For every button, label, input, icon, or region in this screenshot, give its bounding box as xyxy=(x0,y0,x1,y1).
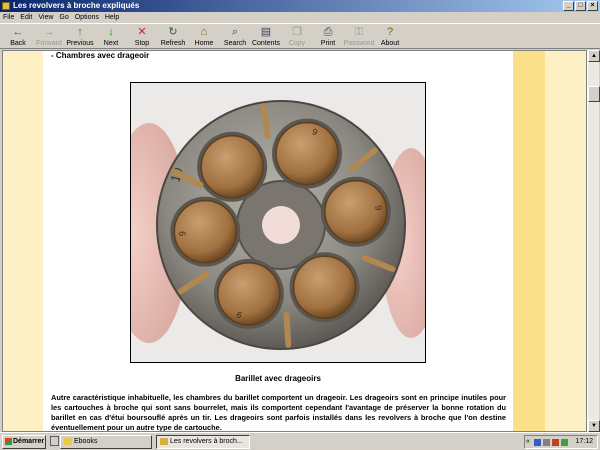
toolbar-home-button[interactable]: ⌂ Home xyxy=(187,25,221,49)
browser-window: Les revolvers à broche expliqués _ □ × F… xyxy=(0,0,600,432)
minimize-button[interactable]: _ xyxy=(563,1,574,11)
window-title: Les revolvers à broche expliqués xyxy=(13,1,140,10)
previous-icon: ↑ xyxy=(77,26,83,38)
section-title: - Chambres avec drageoir xyxy=(51,51,150,60)
folder-icon xyxy=(64,437,72,445)
cartridge-head xyxy=(275,121,339,186)
volume-icon[interactable] xyxy=(543,439,550,446)
menu-go[interactable]: Go xyxy=(56,12,71,23)
antivirus-icon[interactable] xyxy=(552,439,559,446)
toolbar-label: Password xyxy=(343,40,375,47)
toolbar-contents-button[interactable]: ▤ Contents xyxy=(249,25,283,49)
print-icon: ⎙ xyxy=(323,26,333,38)
headstamp: 9 xyxy=(177,231,187,237)
copy-icon: ❐ xyxy=(292,26,302,38)
task-ebooks[interactable]: Ebooks xyxy=(60,435,152,449)
task-label: Les revolvers à broch... xyxy=(170,438,243,445)
system-tray: « 17:12 xyxy=(524,435,598,449)
search-icon: ⌕ xyxy=(231,26,239,38)
clock: 17:12 xyxy=(575,438,593,445)
refresh-icon: ↻ xyxy=(168,26,178,38)
start-button[interactable]: Démarrer xyxy=(2,435,46,449)
cartridge-head xyxy=(324,180,388,244)
cylinder-bore xyxy=(262,206,300,244)
cartridge-pin xyxy=(283,311,292,348)
toolbar-search-button[interactable]: ⌕ Search xyxy=(218,25,252,49)
toolbar-label: Copy xyxy=(288,40,306,47)
home-icon: ⌂ xyxy=(200,26,208,38)
toolbar-label: Previous xyxy=(66,40,94,47)
cartridge-head xyxy=(217,262,281,326)
menu-options[interactable]: Options xyxy=(72,12,102,23)
toolbar-about-button[interactable]: ? About xyxy=(373,25,407,49)
back-icon: ← xyxy=(12,26,24,38)
menu-help[interactable]: Help xyxy=(102,12,122,23)
quicklaunch-icon[interactable] xyxy=(50,436,59,446)
scroll-down-button[interactable]: ▼ xyxy=(588,420,600,432)
toolbar-next-button[interactable]: ↓ Next xyxy=(94,25,128,49)
task-revolvers[interactable]: Les revolvers à broch... xyxy=(156,435,250,449)
toolbar-label: Next xyxy=(103,40,119,47)
toolbar-label: Forward xyxy=(36,40,62,47)
cartridge-head xyxy=(292,255,357,320)
body-paragraph: Autre caractéristique inhabituelle, les … xyxy=(51,393,506,432)
toolbar-label: Search xyxy=(223,40,247,47)
taskbar: Démarrer Ebooks Les revolvers à broch...… xyxy=(0,432,600,450)
toolbar-label: About xyxy=(380,40,400,47)
toolbar-back-button[interactable]: ← Back xyxy=(1,25,35,49)
tray-app-icon[interactable] xyxy=(561,439,568,446)
cylinder-photo: 10 9999 xyxy=(130,82,426,363)
menu-edit[interactable]: Edit xyxy=(17,12,35,23)
toolbar-label: Back xyxy=(10,40,26,47)
toolbar-previous-button[interactable]: ↑ Previous xyxy=(63,25,97,49)
forward-icon: → xyxy=(43,26,55,38)
toolbar-label: Print xyxy=(320,40,336,47)
maximize-button[interactable]: □ xyxy=(575,1,586,11)
title-bar[interactable]: Les revolvers à broche expliqués _ □ × xyxy=(0,0,600,12)
toolbar-refresh-button[interactable]: ↻ Refresh xyxy=(156,25,190,49)
photo-caption: Barillet avec drageoirs xyxy=(235,374,321,383)
toolbar-label: Contents xyxy=(251,40,281,47)
menu-file[interactable]: File xyxy=(0,12,17,23)
menu-view[interactable]: View xyxy=(35,12,56,23)
toolbar: ← Back → Forward ↑ Previous ↓ Next ✕ Stop ↻ Refresh… xyxy=(0,23,600,49)
menu-bar: File Edit View Go Options Help xyxy=(0,12,600,23)
decorative-stripe xyxy=(513,51,545,431)
contents-icon: ▤ xyxy=(260,26,272,38)
cylinder-image: 10 9999 xyxy=(131,83,425,362)
vertical-scrollbar[interactable]: ▲ ▼ xyxy=(587,50,600,432)
stop-icon: ✕ xyxy=(137,26,147,38)
toolbar-label: Refresh xyxy=(160,40,186,47)
close-button[interactable]: × xyxy=(587,1,598,11)
scroll-thumb[interactable] xyxy=(588,86,600,102)
toolbar-password-button[interactable]: ⚿ Password xyxy=(342,25,376,49)
toolbar-label: Stop xyxy=(134,40,150,47)
task-label: Ebooks xyxy=(74,438,98,445)
windows-flag-icon xyxy=(5,437,12,445)
next-icon: ↓ xyxy=(108,26,114,38)
cartridge-head xyxy=(200,135,264,199)
toolbar-print-button[interactable]: ⎙ Print xyxy=(311,25,345,49)
tray-expand-arrow[interactable]: « xyxy=(526,436,530,448)
toolbar-forward-button[interactable]: → Forward xyxy=(32,25,66,49)
toolbar-stop-button[interactable]: ✕ Stop xyxy=(125,25,159,49)
password-icon: ⚿ xyxy=(354,26,364,38)
book-icon xyxy=(160,437,168,445)
page-body: - Chambres avec drageoir 9 9 9 9 Barille… xyxy=(43,51,513,432)
content-area: - Chambres avec drageoir 9 9 9 9 Barille… xyxy=(2,50,587,432)
about-icon: ? xyxy=(386,26,394,38)
start-label: Démarrer xyxy=(13,438,45,445)
toolbar-label: Home xyxy=(194,40,214,47)
network-icon[interactable] xyxy=(534,439,541,446)
toolbar-copy-button[interactable]: ❐ Copy xyxy=(280,25,314,49)
app-icon xyxy=(2,2,10,10)
scroll-up-button[interactable]: ▲ xyxy=(588,50,600,62)
